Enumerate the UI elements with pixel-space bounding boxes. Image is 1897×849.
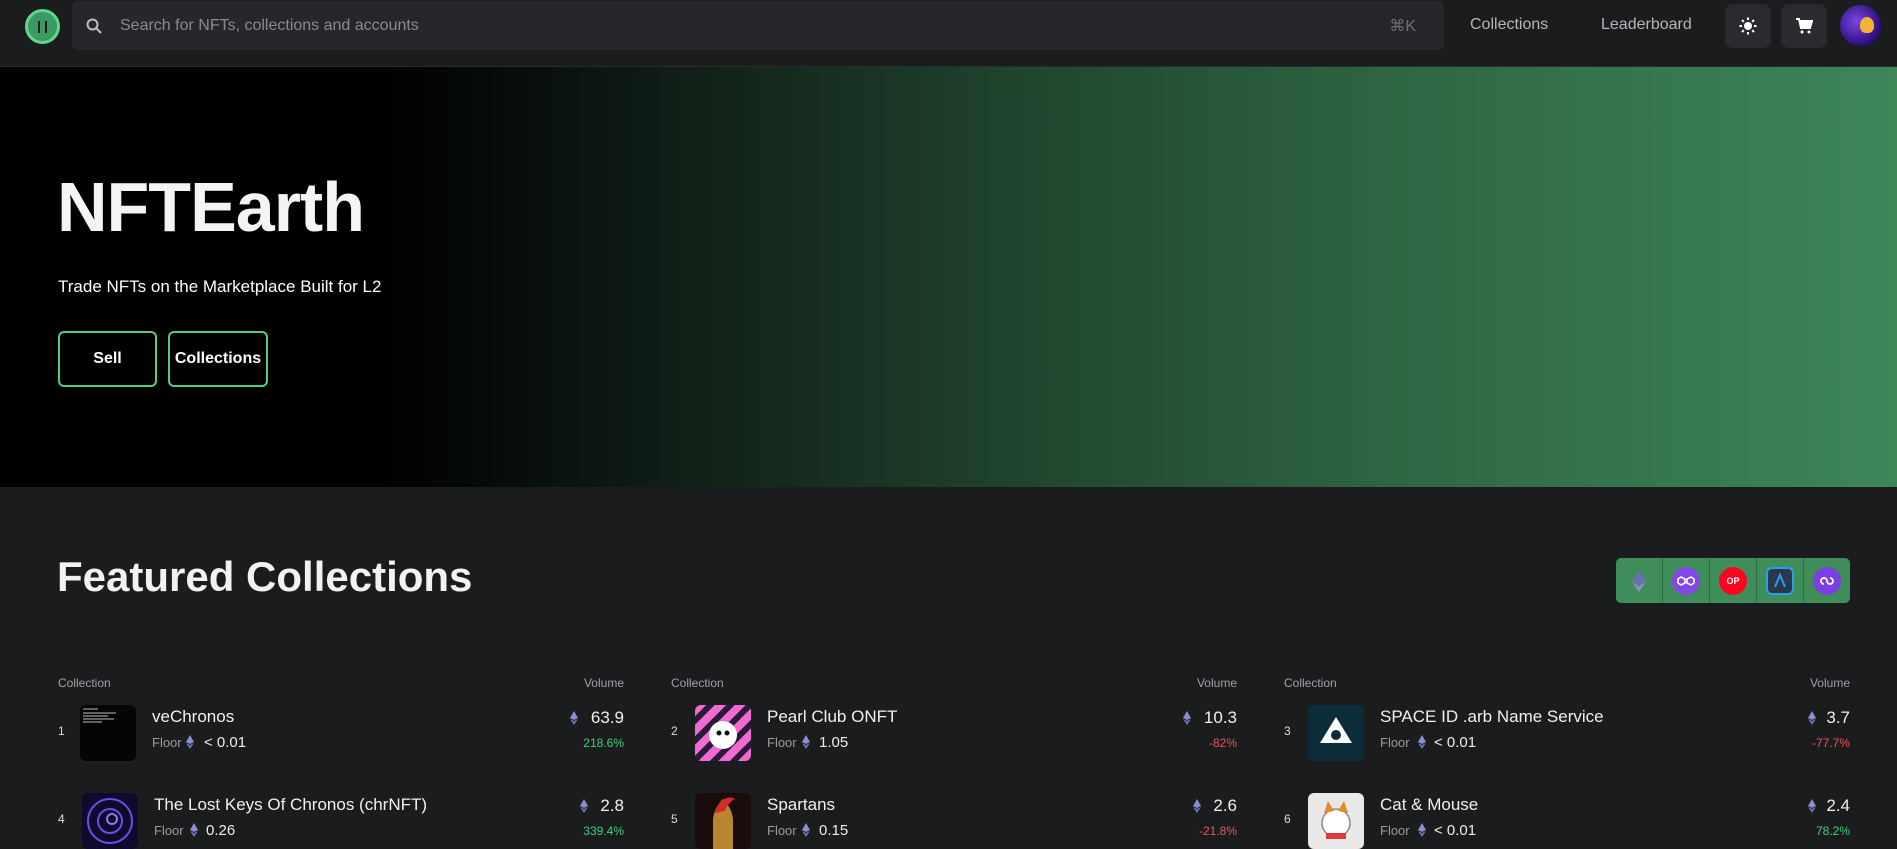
floor-price: < 0.01 — [1434, 734, 1477, 751]
chain-arbitrum[interactable] — [1757, 558, 1804, 603]
volume-change: 339.4% — [583, 824, 624, 838]
volume-value: 10.3 — [1203, 708, 1237, 727]
hero-banner: NFTEarth Trade NFTs on the Marketplace B… — [0, 67, 1897, 487]
eth-icon — [1808, 799, 1816, 813]
rank: 4 — [58, 812, 65, 826]
collection-name[interactable]: Spartans — [767, 795, 835, 815]
chain-polygon-zkevm[interactable] — [1804, 558, 1850, 603]
eth-icon — [186, 735, 194, 749]
nav-link-collections[interactable]: Collections — [1470, 16, 1548, 34]
volume-value: 2.4 — [1826, 796, 1850, 815]
volume-value: 2.6 — [1213, 796, 1237, 815]
search-bar[interactable]: ⌘K — [72, 1, 1444, 50]
floor-label: Floor — [1380, 735, 1410, 750]
collection-column-1: Collection Volume 1 veChronos Floor < 0.… — [58, 676, 624, 849]
collection-thumbnail — [1308, 793, 1364, 849]
volume-change: -77.7% — [1811, 736, 1850, 750]
floor-label: Floor — [1380, 823, 1410, 838]
ethereum-icon — [1632, 569, 1646, 592]
volume-change: 218.6% — [583, 736, 624, 750]
collection-row[interactable]: 6 Cat & Mouse Floor < 0.01 2.4 78.2% — [1284, 784, 1850, 849]
rank: 6 — [1284, 812, 1291, 826]
sun-icon — [1739, 17, 1757, 35]
cart-button[interactable] — [1781, 4, 1827, 48]
volume-value: 63.9 — [590, 708, 624, 727]
collection-name[interactable]: SPACE ID .arb Name Service — [1380, 707, 1604, 727]
rank: 1 — [58, 724, 65, 738]
collection-row[interactable]: 2 Pearl Club ONFT Floor 1.05 10.3 -82% — [671, 696, 1237, 761]
collection-name[interactable]: Cat & Mouse — [1380, 795, 1478, 815]
collection-row[interactable]: 1 veChronos Floor < 0.01 63.9 218.6% — [58, 696, 624, 761]
chain-filter: OP — [1616, 558, 1850, 603]
collection-name[interactable]: veChronos — [152, 707, 234, 727]
volume-header: Volume — [583, 676, 624, 690]
eth-icon — [802, 823, 810, 837]
polygon-icon — [1672, 566, 1700, 595]
collection-thumbnail — [82, 793, 138, 849]
collection-header: Collection — [58, 676, 111, 690]
volume-change: -21.8% — [1198, 824, 1237, 838]
nav-link-leaderboard[interactable]: Leaderboard — [1601, 16, 1692, 34]
chain-ethereum[interactable] — [1616, 558, 1663, 603]
chain-optimism[interactable]: OP — [1710, 558, 1757, 603]
floor-label: Floor — [767, 823, 797, 838]
collection-row[interactable]: 3 SPACE ID .arb Name Service Floor < 0.0… — [1284, 696, 1850, 761]
rank: 3 — [1284, 724, 1291, 738]
rank: 2 — [671, 724, 678, 738]
eth-icon — [580, 799, 588, 813]
search-icon — [86, 18, 102, 34]
collection-thumbnail — [695, 793, 751, 849]
eth-icon — [1418, 735, 1426, 749]
featured-collections-title: Featured Collections — [57, 553, 473, 600]
volume-header: Volume — [1809, 676, 1850, 690]
collection-row[interactable]: 5 Spartans Floor 0.15 2.6 -21.8% — [671, 784, 1237, 849]
eth-icon — [1418, 823, 1426, 837]
collection-thumbnail — [1308, 705, 1364, 761]
user-avatar[interactable] — [1840, 5, 1881, 46]
eth-icon — [570, 711, 578, 725]
eth-icon — [802, 735, 810, 749]
arbitrum-icon — [1766, 566, 1794, 595]
floor-price: 0.15 — [819, 822, 849, 839]
theme-toggle-button[interactable] — [1725, 4, 1771, 48]
collection-column-3: Collection Volume 3 SPACE ID .arb Name S… — [1284, 676, 1850, 849]
floor-label: Floor — [154, 823, 184, 838]
collection-header: Collection — [671, 676, 724, 690]
eth-icon — [1193, 799, 1201, 813]
nftearth-logo-icon[interactable] — [25, 9, 60, 44]
volume-value: 2.8 — [600, 796, 624, 815]
collection-header: Collection — [1284, 676, 1337, 690]
floor-price: < 0.01 — [204, 734, 247, 751]
optimism-icon: OP — [1719, 566, 1747, 595]
volume-change: -82% — [1208, 736, 1237, 750]
collection-thumbnail — [695, 705, 751, 761]
collection-row[interactable]: 4 The Lost Keys Of Chronos (chrNFT) Floo… — [58, 784, 624, 849]
collection-column-2: Collection Volume 2 Pearl Club ONFT Floo… — [671, 676, 1237, 849]
floor-price: 1.05 — [819, 734, 849, 751]
volume-header: Volume — [1196, 676, 1237, 690]
eth-icon — [1808, 711, 1816, 725]
hero-subtitle: Trade NFTs on the Marketplace Built for … — [58, 277, 382, 296]
chain-polygon[interactable] — [1663, 558, 1710, 603]
search-shortcut-hint: ⌘K — [1389, 17, 1416, 35]
cart-icon — [1796, 18, 1813, 34]
top-navbar: ⌘K Collections Leaderboard — [0, 0, 1897, 67]
rank: 5 — [671, 812, 678, 826]
collection-thumbnail — [80, 705, 136, 761]
polygon-zkevm-icon — [1813, 566, 1841, 595]
floor-price: < 0.01 — [1434, 822, 1477, 839]
floor-price: 0.26 — [206, 822, 236, 839]
collection-name[interactable]: The Lost Keys Of Chronos (chrNFT) — [154, 795, 427, 815]
collections-button[interactable]: Collections — [168, 331, 268, 387]
eth-icon — [1183, 711, 1191, 725]
eth-icon — [190, 823, 198, 837]
search-input[interactable] — [120, 16, 1390, 35]
volume-change: 78.2% — [1815, 824, 1850, 838]
floor-label: Floor — [767, 735, 797, 750]
volume-value: 3.7 — [1826, 708, 1850, 727]
floor-label: Floor — [152, 735, 182, 750]
collection-name[interactable]: Pearl Club ONFT — [767, 707, 897, 727]
hero-title: NFTEarth — [57, 168, 365, 246]
sell-button[interactable]: Sell — [58, 331, 157, 387]
